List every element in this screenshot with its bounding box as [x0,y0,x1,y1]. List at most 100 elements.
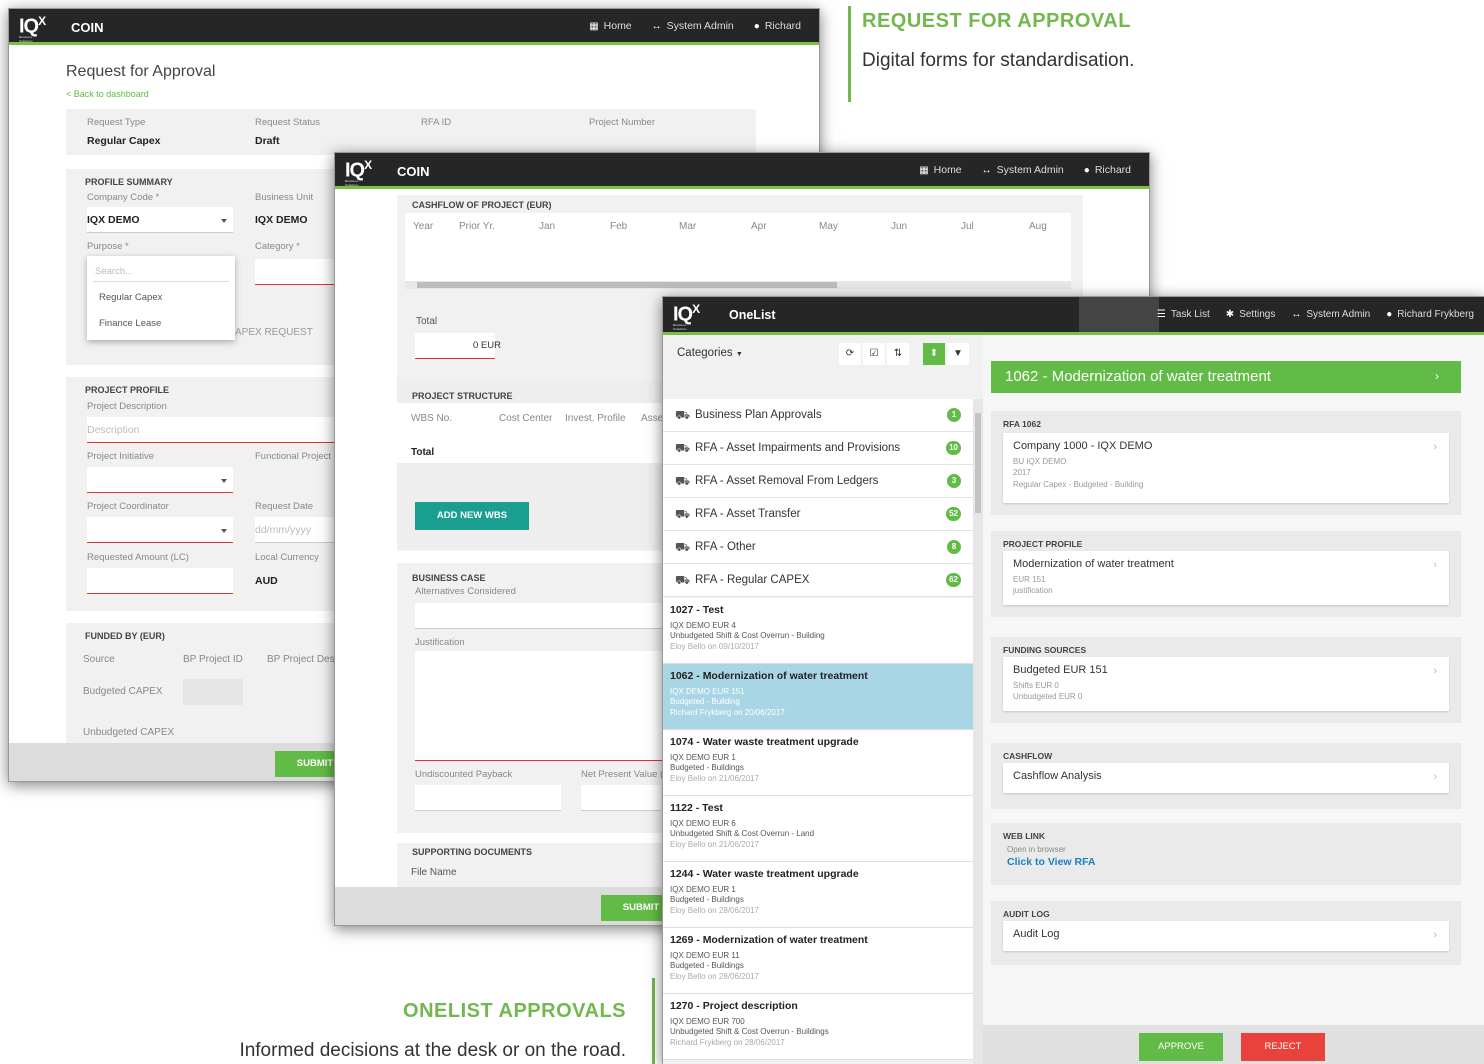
bp-project-id-column: BP Project ID [183,654,243,665]
category-item[interactable]: ⛟ RFA - Asset Removal From Ledgers 3 [663,465,973,498]
detail-pane: 1062 - Modernization of water treatment ›… [983,335,1484,1064]
user-icon: ● [1386,309,1393,320]
rfa-heading-divider [848,6,851,102]
nav-home[interactable]: ▦ Home [919,164,961,176]
payback-label: Undiscounted Payback [415,769,513,780]
onelist-heading-divider [652,978,655,1064]
user-icon: ● [753,21,760,32]
purpose-search-input[interactable]: Search... [93,262,229,282]
project-description-input[interactable]: Description [87,417,337,443]
nav-user[interactable]: ● Richard [754,20,801,32]
view-rfa-link[interactable]: Click to View RFA [1007,856,1096,868]
page-title: Request for Approval [66,63,216,80]
unbudgeted-capex-label: Unbudgeted CAPEX [83,727,175,738]
company-code-label: Company Code * [87,192,160,203]
project-profile-title: PROJECT PROFILE [85,385,170,395]
option-regular-capex[interactable]: Regular Capex [99,292,162,303]
project-structure-title: PROJECT STRUCTURE [412,391,513,401]
col-aug: Aug [1029,221,1047,232]
onelist-heading-title: ONELIST APPROVALS [403,1000,626,1022]
nav-system-admin[interactable]: ↔ System Admin [1291,309,1370,320]
payback-input[interactable] [415,785,561,811]
cashflow-body[interactable]: Cashflow Analysis › [1003,763,1449,793]
task-item[interactable]: 1270 - Project description IQX DEMO EUR 7… [663,994,973,1060]
chevron-right-icon: › [1433,559,1437,571]
category-select[interactable] [255,259,335,285]
refresh-icon[interactable]: ⟳ [839,343,861,365]
nav-task-list[interactable]: ☰ Task List [1157,309,1210,320]
col-apr: Apr [751,221,767,232]
file-name-label: File Name [411,867,457,878]
project-initiative-select[interactable] [87,467,233,493]
iqx-logo: IQX Business Solutions [19,14,46,43]
onelist-topbar: IQX Business Solutions OneList ☰ Task List… [663,297,1484,335]
nav-user[interactable]: ● Richard Frykberg [1386,309,1474,320]
col-jul: Jul [961,221,974,232]
budgeted-capex-input[interactable] [183,679,243,705]
category-item[interactable]: ⛟ Business Plan Approvals 1 [663,399,973,432]
funding-sources-body[interactable]: Budgeted EUR 151 Shifts EUR 0 Unbudgeted E… [1003,657,1449,711]
company-code-select[interactable]: IQX DEMO [87,207,233,233]
alternatives-label: Alternatives Considered [415,586,516,597]
request-status-value: Draft [255,135,280,147]
funded-by-title: FUNDED BY (EUR) [85,631,165,641]
col-wbs-no: WBS No. [411,413,453,424]
request-type-value: Regular Capex [87,135,161,147]
reject-button[interactable]: REJECT [1241,1033,1325,1061]
onelist-window: IQX Business Solutions OneList ☰ Task List… [662,296,1484,1064]
grid-icon: ▦ [589,21,599,32]
task-item[interactable]: 1269 - Modernization of water treatment I… [663,928,973,994]
nav-user[interactable]: ● Richard [1084,164,1131,176]
checklist-icon[interactable]: ☑ [863,343,885,365]
nav-system-admin[interactable]: ↔ System Admin [982,164,1064,176]
local-currency-label: Local Currency [255,552,319,563]
task-item[interactable]: 1074 - Water waste treatment upgrade IQX … [663,730,973,796]
project-coordinator-select[interactable] [87,517,233,543]
col-year: Year [413,221,434,232]
category-item[interactable]: ⛟ RFA - Asset Transfer 52 [663,498,973,531]
detail-header[interactable]: 1062 - Modernization of water treatment › [991,361,1461,393]
project-profile-body[interactable]: Modernization of water treatment EUR 151 j… [1003,551,1449,605]
col-invest-profile: Invest. Profile [565,413,626,424]
requested-amount-input[interactable] [87,568,233,594]
open-in-browser-label: Open in browser [1007,845,1066,854]
source-column: Source [83,654,115,665]
audit-log-body[interactable]: Audit Log › [1003,921,1449,951]
vertical-scrollbar[interactable] [973,399,983,1064]
iqx-logo: IQX Business Solutions [345,158,372,187]
npv-input[interactable] [581,785,661,811]
onelist-heading-subtitle: Informed decisions at the desk or on the… [239,1040,626,1061]
detail-footer [983,1025,1484,1064]
project-number-label: Project Number [589,117,655,128]
rfa-card-body[interactable]: Company 1000 - IQX DEMO BU IQX DEMO 2017 Re… [1003,433,1449,503]
nav-system-admin[interactable]: ↔ System Admin [652,20,734,32]
request-date-input[interactable]: dd/mm/yyyy [255,517,335,543]
chevron-right-icon: › [1433,929,1437,941]
back-link[interactable]: < Back to dashboard [66,89,149,99]
category-item[interactable]: ⛟ RFA - Other 8 [663,531,973,564]
nav-home[interactable]: ▦ Home [589,20,631,32]
iqx-logo: IQX Business Solutions [673,302,700,331]
col-mar: Mar [679,221,697,232]
nav-settings[interactable]: ✱ Settings [1226,309,1276,320]
task-item[interactable]: 1244 - Water waste treatment upgrade IQX … [663,862,973,928]
cart-icon: ⛟ [675,474,691,488]
option-finance-lease[interactable]: Finance Lease [99,318,161,329]
chevron-right-icon: › [1435,369,1439,383]
categories-dropdown[interactable]: Categories ▼ [677,347,743,359]
add-new-wbs-button[interactable]: ADD NEW WBS [415,502,529,530]
task-item[interactable]: 1122 - Test IQX DEMO EUR 6 Unbudgeted Shif… [663,796,973,862]
task-item[interactable]: 1027 - Test IQX DEMO EUR 4 Unbudgeted Shif… [663,598,973,664]
approve-button[interactable]: APPROVE [1139,1033,1223,1061]
task-item-selected[interactable]: 1062 - Modernization of water treatment I… [663,664,973,730]
chevron-right-icon: › [1433,771,1437,783]
arrows-icon: ↔ [981,165,992,176]
category-item[interactable]: ⛟ RFA - Regular CAPEX 62 [663,564,973,597]
sort-icon[interactable]: ⇅ [887,343,909,365]
filter-icon[interactable]: ▼ [947,343,969,365]
user-icon: ● [1083,165,1090,176]
sort-toggle-icon[interactable]: ⬍ [923,343,945,365]
category-item[interactable]: ⛟ RFA - Asset Impairments and Provisions 1… [663,432,973,465]
horizontal-scrollbar[interactable] [405,281,1071,289]
cart-icon: ⛟ [675,507,691,521]
